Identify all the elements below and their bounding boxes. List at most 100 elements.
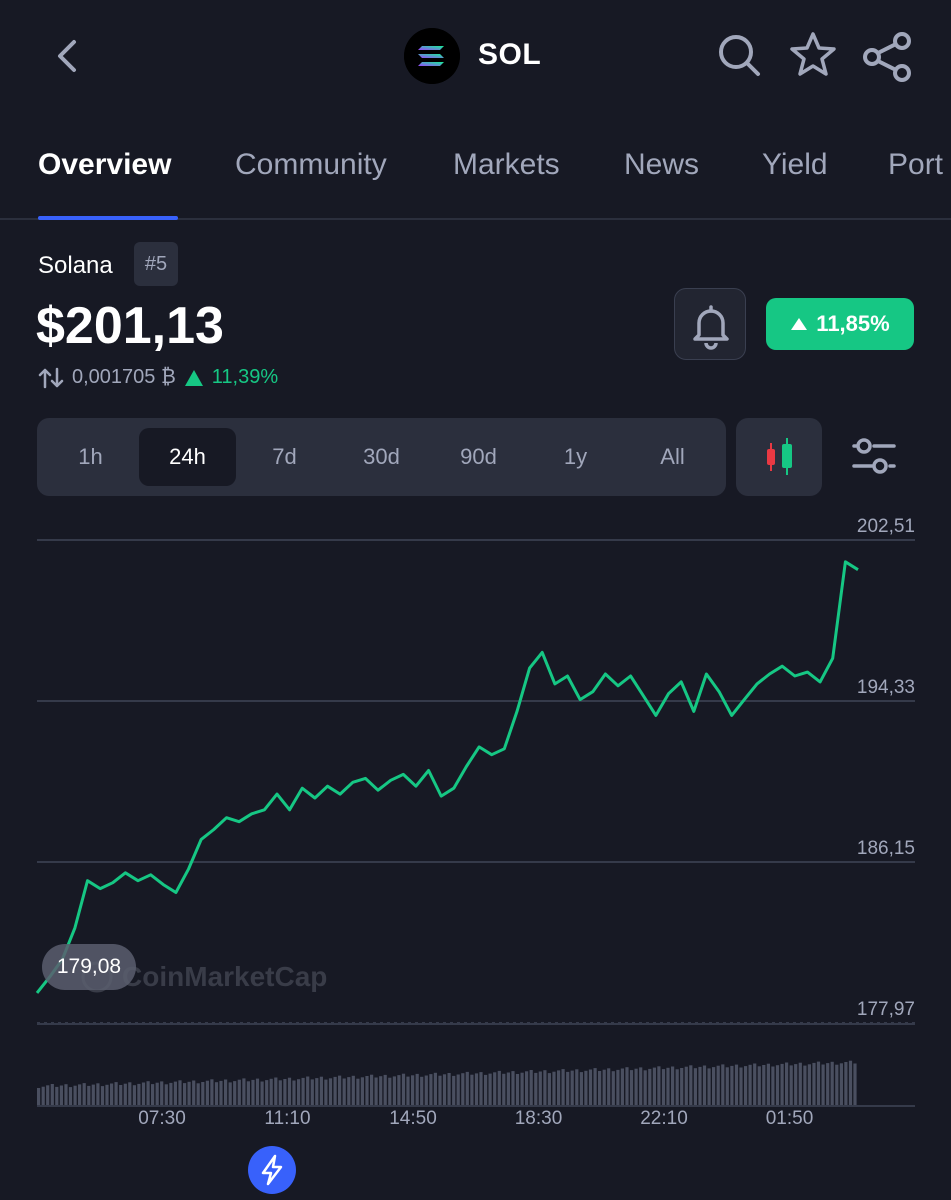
volume-bar bbox=[803, 1065, 807, 1106]
candlestick-icon bbox=[767, 438, 792, 475]
volume-bar bbox=[757, 1066, 761, 1106]
volume-bar bbox=[511, 1071, 515, 1106]
volume-bar bbox=[579, 1072, 583, 1106]
volume-bar bbox=[648, 1068, 652, 1106]
range-90d[interactable]: 90d bbox=[430, 428, 527, 486]
volume-bar bbox=[415, 1073, 419, 1106]
volume-bar bbox=[543, 1070, 547, 1106]
volume-bar bbox=[780, 1063, 784, 1106]
star-icon[interactable] bbox=[788, 30, 838, 80]
volume-bar bbox=[292, 1080, 296, 1106]
quick-action-button[interactable] bbox=[248, 1146, 296, 1194]
chart-grid bbox=[37, 539, 915, 1025]
volume-bar bbox=[716, 1065, 720, 1106]
volume-bar bbox=[684, 1066, 688, 1106]
tab-community[interactable]: Community bbox=[235, 148, 387, 182]
volume-bar bbox=[379, 1076, 383, 1106]
volume-bar bbox=[374, 1077, 378, 1106]
volume-bar bbox=[91, 1084, 95, 1106]
x-tick-label: 18:30 bbox=[515, 1108, 563, 1129]
volume-bar bbox=[283, 1079, 287, 1106]
active-tab-indicator bbox=[38, 216, 178, 220]
tab-markets[interactable]: Markets bbox=[453, 148, 560, 182]
change-24h-badge: 11,85% bbox=[766, 298, 914, 350]
back-arrow-icon[interactable] bbox=[48, 36, 88, 76]
volume-bar bbox=[625, 1067, 629, 1106]
btc-change: 11,39% bbox=[211, 366, 279, 388]
volume-bar bbox=[712, 1067, 716, 1106]
volume-bar bbox=[488, 1073, 492, 1106]
volume-bar bbox=[251, 1079, 255, 1106]
range-1h[interactable]: 1h bbox=[42, 428, 139, 486]
tab-portfolio[interactable]: Port bbox=[888, 148, 943, 182]
volume-bar bbox=[734, 1064, 739, 1106]
volume-bar bbox=[671, 1066, 675, 1106]
volume-bar bbox=[87, 1085, 91, 1106]
volume-bar bbox=[137, 1083, 141, 1106]
price-chart[interactable]: 202,51 194,33 186,15 177,97 07:30 11:10 14:50… bbox=[0, 500, 951, 1140]
volume-bar bbox=[274, 1077, 278, 1106]
x-tick-label: 07:30 bbox=[138, 1108, 186, 1129]
volume-bar bbox=[775, 1065, 780, 1106]
volume-bar bbox=[830, 1061, 834, 1106]
volume-bar bbox=[657, 1066, 661, 1106]
tab-news[interactable]: News bbox=[624, 148, 699, 182]
search-icon[interactable] bbox=[714, 30, 764, 80]
volume-bar bbox=[493, 1072, 497, 1106]
volume-bar bbox=[146, 1081, 150, 1106]
volume-bar bbox=[237, 1079, 241, 1106]
volume-bar bbox=[278, 1080, 282, 1106]
volume-bar bbox=[839, 1063, 843, 1106]
volume-bar bbox=[698, 1066, 702, 1106]
volume-bar bbox=[219, 1080, 223, 1106]
volume-bar bbox=[520, 1072, 524, 1106]
lightning-icon bbox=[261, 1154, 283, 1186]
range-1y[interactable]: 1y bbox=[527, 428, 624, 486]
share-icon[interactable] bbox=[860, 30, 914, 84]
volume-bar bbox=[155, 1082, 159, 1106]
volume-bar bbox=[452, 1075, 456, 1106]
range-24h[interactable]: 24h bbox=[139, 428, 236, 486]
volume-bar bbox=[588, 1069, 593, 1106]
volume-bar bbox=[46, 1085, 50, 1106]
volume-bar bbox=[287, 1077, 292, 1106]
swap-arrows-icon bbox=[38, 367, 64, 388]
volume-bar bbox=[789, 1065, 793, 1106]
volume-bar bbox=[315, 1078, 319, 1106]
volume-bar bbox=[821, 1064, 825, 1106]
volume-bar bbox=[835, 1064, 839, 1106]
y-tick-label: 202,51 bbox=[857, 516, 915, 537]
volume-bar bbox=[461, 1073, 465, 1106]
volume-bar bbox=[169, 1082, 173, 1106]
coin-symbol: SOL bbox=[478, 38, 542, 71]
volume-bar bbox=[433, 1072, 437, 1106]
volume-bar bbox=[575, 1069, 579, 1106]
range-30d[interactable]: 30d bbox=[333, 428, 430, 486]
x-axis-labels: 07:30 11:10 14:50 18:30 22:10 01:50 bbox=[138, 1108, 813, 1129]
volume-bar bbox=[816, 1061, 821, 1106]
price-alert-button[interactable] bbox=[674, 288, 746, 360]
volume-bar bbox=[183, 1083, 187, 1106]
tab-yield[interactable]: Yield bbox=[762, 148, 828, 182]
volume-bar bbox=[132, 1085, 136, 1106]
volume-bar bbox=[666, 1067, 670, 1106]
chart-settings-icon[interactable] bbox=[846, 430, 902, 486]
volume-bar bbox=[607, 1068, 611, 1106]
volume-bar bbox=[96, 1083, 100, 1106]
volume-bar bbox=[420, 1076, 424, 1106]
volume-bar bbox=[306, 1076, 310, 1106]
candlestick-toggle-button[interactable] bbox=[736, 418, 822, 496]
volume-bar bbox=[351, 1075, 355, 1106]
volume-bar bbox=[55, 1086, 59, 1106]
volume-bar bbox=[730, 1065, 734, 1106]
volume-bar bbox=[534, 1072, 538, 1106]
volume-bar bbox=[798, 1062, 802, 1106]
tab-overview[interactable]: Overview bbox=[38, 148, 171, 182]
range-7d[interactable]: 7d bbox=[236, 428, 333, 486]
volume-bar bbox=[707, 1068, 711, 1106]
range-all[interactable]: All bbox=[624, 428, 721, 486]
volume-bar bbox=[702, 1065, 707, 1106]
volume-bar bbox=[78, 1084, 82, 1106]
volume-bar bbox=[128, 1082, 132, 1106]
volume-bar bbox=[110, 1083, 114, 1106]
